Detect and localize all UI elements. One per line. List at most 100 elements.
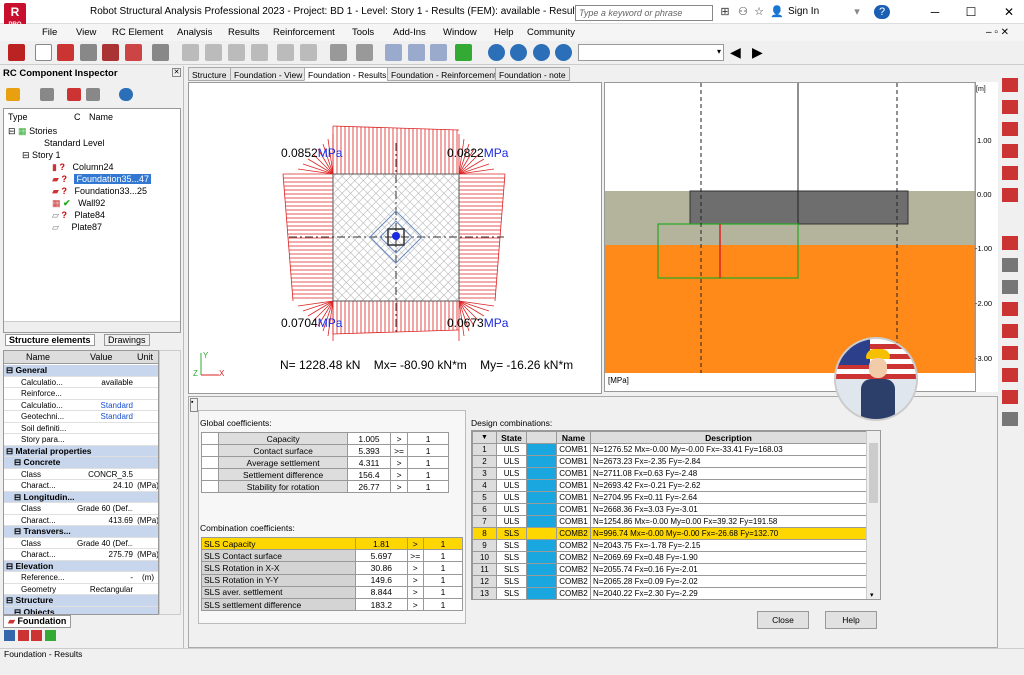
combo-coef-row[interactable]: SLS aver. settlement 8.844 >1	[200, 585, 464, 599]
footing-icon[interactable]	[1002, 188, 1018, 202]
property-value[interactable]: 413.69	[77, 515, 133, 526]
help-circle-icon[interactable]	[510, 44, 527, 61]
design-combination-row[interactable]: 10 SLS COMB2 N=2069.69 Fx=0.48 Fy=-1.90	[472, 551, 867, 564]
property-group[interactable]: ⊟ Material properties	[4, 445, 158, 457]
community-icon[interactable]: ⚇	[736, 5, 750, 19]
structure-icon[interactable]	[1002, 78, 1018, 92]
combo-coef-row[interactable]: SLS Rotation in X-X 30.86 >1	[200, 561, 464, 575]
clipboard-icon[interactable]	[356, 44, 373, 61]
tree-item-plate84[interactable]: ▱ ? Plate84	[52, 209, 105, 221]
layers-icon[interactable]	[44, 630, 56, 641]
property-value[interactable]: Standard	[77, 411, 133, 422]
design-combination-row[interactable]: 6 ULS COMB1 N=2668.36 Fx=3.03 Fy=-3.01	[472, 503, 867, 516]
property-value[interactable]: Grade 60 (Def...	[77, 503, 133, 514]
tree-item-foundation35[interactable]: ▰ ? Foundation35...47	[52, 173, 152, 185]
help-button[interactable]: Help	[825, 611, 877, 629]
property-row[interactable]: Calculatio... available	[4, 377, 158, 388]
stirrup-icon[interactable]	[1002, 390, 1018, 404]
property-row[interactable]: Reference... - (m)	[4, 572, 158, 584]
tab-foundation-note[interactable]: Foundation - note	[495, 67, 570, 81]
property-row[interactable]: Geometry Rectangular	[4, 584, 158, 595]
property-value[interactable]: CONCR_3.5	[77, 469, 133, 480]
property-value[interactable]: Grade 40 (Def...	[77, 538, 133, 549]
reinforcement-icon[interactable]	[1002, 346, 1018, 360]
tree-item-column24[interactable]: ▮ ? Column24	[52, 161, 114, 173]
undo-icon[interactable]	[182, 44, 199, 61]
close-button[interactable]: Close	[757, 611, 809, 629]
design-combination-row[interactable]: 8 SLS COMB2 N=996.74 Mx=-0.00 My=-0.00 Fx=-…	[472, 527, 867, 540]
property-value[interactable]: Standard	[77, 400, 133, 411]
help-icon[interactable]: ?	[874, 5, 890, 19]
print-preview-icon[interactable]	[102, 44, 119, 61]
foundation-plan-view[interactable]: 0.0852MPa 0.0822MPa 0.0704MPa 0.0673MPa …	[188, 82, 602, 394]
collapse-icon[interactable]: ⊟ Concrete	[14, 457, 60, 468]
combo-coef-row[interactable]: SLS Rotation in Y-Y 149.6 >1	[200, 573, 464, 587]
tree-item-story-1[interactable]: ⊟ Story 1	[22, 149, 61, 161]
help-icon[interactable]	[119, 88, 133, 101]
mdi-window-controls[interactable]: – ▫ ✕	[986, 27, 1009, 38]
cut-icon[interactable]	[205, 44, 222, 61]
property-row[interactable]: Class Grade 40 (Def...	[4, 538, 158, 549]
tables-icon[interactable]	[330, 44, 347, 61]
screen-capture-icon[interactable]	[125, 44, 142, 61]
collapse-icon[interactable]: ⊟ Structure	[6, 595, 53, 606]
design-combination-row[interactable]: 5 ULS COMB1 N=2704.95 Fx=0.11 Fy=-2.64	[472, 491, 867, 504]
property-row[interactable]: Charact... 24.10 (MPa)	[4, 480, 158, 492]
property-group[interactable]: ⊟ Objects	[4, 606, 158, 614]
tab-drawings[interactable]: Drawings	[104, 334, 150, 346]
property-group[interactable]: ⊟ General	[4, 365, 158, 377]
header-description[interactable]: Description	[590, 431, 867, 444]
symbol-icon[interactable]	[1002, 280, 1018, 294]
design-combination-row[interactable]: 4 ULS COMB1 N=2693.42 Fx=-0.21 Fy=-2.62	[472, 479, 867, 492]
property-value[interactable]: -	[77, 572, 133, 583]
maximize-button[interactable]: ☐	[960, 2, 982, 22]
property-row[interactable]: Geotechni... Standard	[4, 411, 158, 423]
print-icon[interactable]	[80, 44, 97, 61]
design-combination-row[interactable]: 12 SLS COMB2 N=2065.28 Fx=0.09 Fy=-2.02	[472, 575, 867, 588]
combo-coef-row[interactable]: SLS Contact surface 5.697 >= 1	[200, 549, 464, 563]
property-value[interactable]: Rectangular	[77, 584, 133, 595]
paste-icon[interactable]	[251, 44, 268, 61]
folder-icon[interactable]	[6, 88, 20, 101]
properties-grid[interactable]: Name Value Unit ⊟ General Calculatio... av…	[3, 350, 159, 615]
property-row[interactable]: Calculatio... Standard	[4, 400, 158, 411]
sign-in-button[interactable]: Sign In	[788, 6, 819, 17]
property-row[interactable]: Reinforce...	[4, 388, 158, 400]
design-combination-row[interactable]: 9 SLS COMB2 N=2043.75 Fx=-1.78 Fy=-2.15	[472, 539, 867, 552]
bar-icon[interactable]	[1002, 368, 1018, 382]
tools-icon[interactable]	[86, 88, 100, 101]
close-window-button[interactable]: ✕	[998, 2, 1020, 22]
design-combination-row[interactable]: 11 SLS COMB2 N=2055.74 Fx=0.16 Fy=-2.01	[472, 563, 867, 576]
property-row[interactable]: Soil definiti...	[4, 423, 158, 434]
menu-add-ins[interactable]: Add-Ins	[393, 27, 426, 38]
flag-icon[interactable]	[17, 630, 29, 641]
sort-header[interactable]: ▼	[472, 431, 497, 444]
save-icon[interactable]	[57, 44, 74, 61]
tree-item-plate87[interactable]: ▱ Plate87	[52, 221, 102, 233]
new-file-icon[interactable]	[35, 44, 52, 61]
previous-arrow-icon[interactable]: ◀	[730, 44, 741, 60]
collapse-icon[interactable]: ⊟ Longitudin...	[14, 492, 74, 503]
header-name[interactable]: Name	[556, 431, 591, 444]
tab-foundation-results[interactable]: Foundation - Results	[304, 67, 391, 81]
tree-item-foundation33[interactable]: ▰ ? Foundation33...25	[52, 185, 147, 197]
slab-icon[interactable]	[1002, 144, 1018, 158]
list-icon[interactable]	[4, 630, 15, 641]
property-group[interactable]: ⊟ Concrete	[4, 457, 158, 469]
header-state[interactable]: State	[496, 431, 527, 444]
selection-combo[interactable]: ▾	[578, 44, 724, 61]
zoom-in-icon[interactable]	[385, 44, 402, 61]
property-row[interactable]: Class CONCR_3.5	[4, 469, 158, 480]
foundation-section-view[interactable]: [m] [MPa]	[604, 82, 988, 392]
design-scrollbar[interactable]: ▾	[866, 431, 880, 599]
collapse-icon[interactable]: ⊟ Transvers...	[14, 526, 71, 537]
inspector-bottom-icons[interactable]	[4, 630, 68, 642]
autodesk-help-icon[interactable]	[533, 44, 550, 61]
menu-tools[interactable]: Tools	[352, 27, 374, 38]
property-group[interactable]: ⊟ Transvers...	[4, 526, 158, 538]
user-icon[interactable]: 👤	[770, 5, 784, 19]
design-combinations-grid[interactable]: ▼ State Name Description 1 ULS COMB1 N=1276.52…	[471, 430, 881, 600]
design-combination-row[interactable]: 13 SLS COMB2 N=2040.22 Fx=2.30 Fy=-2.29	[472, 587, 867, 599]
redo-all-icon[interactable]	[300, 44, 317, 61]
structure-tree[interactable]: Type C Name ⊟ ▦ Stories Standard Level ⊟…	[3, 108, 181, 333]
